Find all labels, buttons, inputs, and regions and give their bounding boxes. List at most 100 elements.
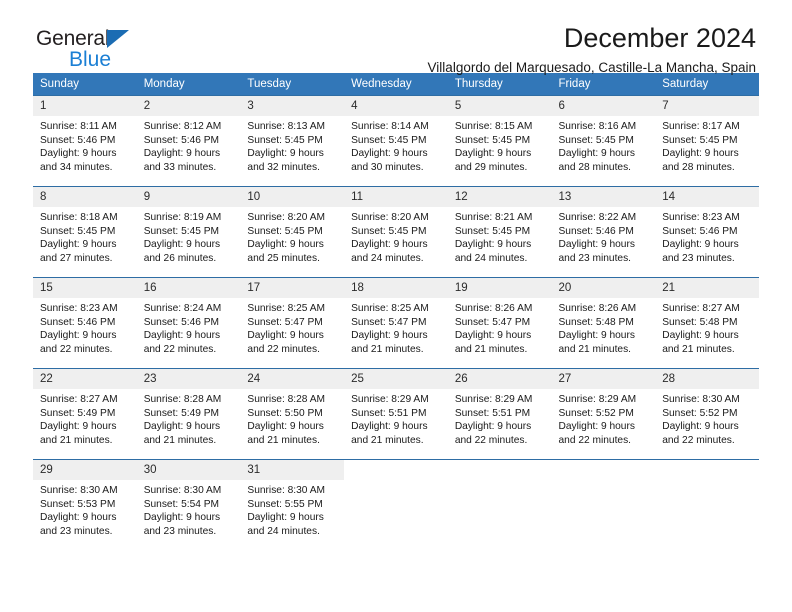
- day-info: Sunrise: 8:24 AM Sunset: 5:46 PM Daylight:…: [137, 298, 241, 356]
- daylight-text-line2: and 33 minutes.: [143, 161, 217, 173]
- calendar-day-cell[interactable]: 16 Sunrise: 8:24 AM Sunset: 5:46 PM Dayligh…: [136, 277, 241, 360]
- logo-blue-label: Blue: [69, 48, 112, 71]
- daylight-text-line1: Daylight: 9 hours: [143, 239, 221, 251]
- sunrise-text: Sunrise: 8:30 AM: [662, 394, 740, 405]
- sunrise-text: Sunrise: 8:29 AM: [558, 394, 637, 405]
- calendar-day-cell[interactable]: 22 Sunrise: 8:27 AM Sunset: 5:49 PM Dayligh…: [33, 368, 137, 451]
- day-info: Sunrise: 8:29 AM Sunset: 5:51 PM Daylight:…: [344, 389, 448, 447]
- calendar-day-cell[interactable]: 30 Sunrise: 8:30 AM Sunset: 5:54 PM Dayligh…: [136, 459, 241, 542]
- sunset-text: Sunset: 5:54 PM: [143, 498, 220, 510]
- day-cell-inner: 6 Sunrise: 8:16 AM Sunset: 5:45 PM Daylight…: [551, 96, 656, 178]
- calendar-day-cell[interactable]: 27 Sunrise: 8:29 AM Sunset: 5:52 PM Dayligh…: [551, 368, 656, 451]
- calendar-day-cell[interactable]: 1 Sunrise: 8:11 AM Sunset: 5:46 PM Daylight…: [33, 95, 137, 178]
- day-cell-inner: [447, 460, 552, 542]
- calendar-day-cell[interactable]: 12 Sunrise: 8:21 AM Sunset: 5:45 PM Dayligh…: [447, 186, 552, 269]
- daylight-text-line2: and 24 minutes.: [351, 252, 424, 264]
- day-info: Sunrise: 8:14 AM Sunset: 5:45 PM Daylight:…: [344, 116, 448, 174]
- sunset-text: Sunset: 5:45 PM: [247, 134, 323, 146]
- daylight-text-line1: Daylight: 9 hours: [247, 330, 324, 342]
- sunrise-text: Sunrise: 8:27 AM: [662, 303, 740, 314]
- calendar-day-cell[interactable]: 14 Sunrise: 8:23 AM Sunset: 5:46 PM Dayligh…: [655, 186, 759, 269]
- calendar-day-cell[interactable]: 24 Sunrise: 8:28 AM Sunset: 5:50 PM Dayligh…: [240, 368, 345, 451]
- calendar-day-cell[interactable]: 5 Sunrise: 8:15 AM Sunset: 5:45 PM Daylight…: [447, 95, 552, 178]
- daylight-text-line1: Daylight: 9 hours: [351, 148, 428, 160]
- day-number: 18: [344, 278, 448, 298]
- calendar-day-cell[interactable]: 2 Sunrise: 8:12 AM Sunset: 5:46 PM Daylight…: [136, 95, 241, 178]
- daylight-text-line1: Daylight: 9 hours: [40, 148, 117, 160]
- sunset-text: Sunset: 5:55 PM: [247, 498, 323, 510]
- day-number: 4: [344, 96, 448, 116]
- calendar-day-cell[interactable]: 25 Sunrise: 8:29 AM Sunset: 5:51 PM Dayligh…: [344, 368, 448, 451]
- day-cell-inner: 5 Sunrise: 8:15 AM Sunset: 5:45 PM Daylight…: [447, 96, 552, 178]
- sunset-text: Sunset: 5:45 PM: [558, 134, 634, 146]
- logo-triangle-icon: [107, 30, 129, 48]
- daylight-text-line2: and 28 minutes.: [662, 161, 735, 173]
- calendar-day-cell[interactable]: 20 Sunrise: 8:26 AM Sunset: 5:48 PM Dayligh…: [551, 277, 656, 360]
- calendar-day-cell[interactable]: 3 Sunrise: 8:13 AM Sunset: 5:45 PM Daylight…: [240, 95, 345, 178]
- sunrise-text: Sunrise: 8:18 AM: [40, 212, 118, 223]
- day-info: Sunrise: 8:12 AM Sunset: 5:46 PM Daylight:…: [137, 116, 241, 174]
- sunrise-text: Sunrise: 8:20 AM: [351, 212, 429, 223]
- calendar-day-cell[interactable]: 4 Sunrise: 8:14 AM Sunset: 5:45 PM Daylight…: [344, 95, 448, 178]
- daylight-text-line2: and 26 minutes.: [143, 252, 217, 264]
- day-info: [448, 480, 552, 484]
- calendar-day-cell[interactable]: 29 Sunrise: 8:30 AM Sunset: 5:53 PM Dayligh…: [33, 459, 137, 542]
- day-cell-inner: 29 Sunrise: 8:30 AM Sunset: 5:53 PM Dayligh…: [33, 460, 137, 542]
- day-info: Sunrise: 8:25 AM Sunset: 5:47 PM Daylight:…: [240, 298, 344, 356]
- sunrise-text: Sunrise: 8:13 AM: [247, 121, 325, 132]
- sunrise-text: Sunrise: 8:23 AM: [662, 212, 740, 223]
- weekday-header-sunday: Sunday: [33, 73, 137, 96]
- calendar-day-cell[interactable]: 18 Sunrise: 8:25 AM Sunset: 5:47 PM Dayligh…: [344, 277, 448, 360]
- day-info: Sunrise: 8:21 AM Sunset: 5:45 PM Daylight:…: [448, 207, 552, 265]
- calendar-day-cell[interactable]: 31 Sunrise: 8:30 AM Sunset: 5:55 PM Dayligh…: [240, 459, 345, 542]
- generalblue-logo[interactable]: General Blue: [36, 28, 151, 74]
- day-cell-inner: 23 Sunrise: 8:28 AM Sunset: 5:49 PM Dayligh…: [136, 369, 241, 451]
- calendar-day-cell[interactable]: 9 Sunrise: 8:19 AM Sunset: 5:45 PM Daylight…: [136, 186, 241, 269]
- day-info: Sunrise: 8:22 AM Sunset: 5:46 PM Daylight:…: [552, 207, 656, 265]
- sunrise-text: Sunrise: 8:11 AM: [40, 121, 117, 132]
- calendar-day-cell[interactable]: 15 Sunrise: 8:23 AM Sunset: 5:46 PM Dayligh…: [33, 277, 137, 360]
- day-info: Sunrise: 8:11 AM Sunset: 5:46 PM Daylight:…: [33, 116, 137, 174]
- day-number: 8: [33, 187, 137, 207]
- sunrise-text: Sunrise: 8:22 AM: [558, 212, 637, 223]
- sunset-text: Sunset: 5:46 PM: [40, 134, 116, 146]
- sunset-text: Sunset: 5:47 PM: [247, 316, 323, 328]
- day-info: Sunrise: 8:26 AM Sunset: 5:48 PM Daylight:…: [552, 298, 656, 356]
- calendar-day-cell[interactable]: 13 Sunrise: 8:22 AM Sunset: 5:46 PM Dayligh…: [551, 186, 656, 269]
- calendar-day-cell[interactable]: 17 Sunrise: 8:25 AM Sunset: 5:47 PM Dayligh…: [240, 277, 345, 360]
- sunset-text: Sunset: 5:45 PM: [351, 134, 427, 146]
- day-number: [344, 460, 448, 480]
- calendar-day-cell[interactable]: 7 Sunrise: 8:17 AM Sunset: 5:45 PM Daylight…: [655, 95, 759, 178]
- calendar-day-cell[interactable]: 21 Sunrise: 8:27 AM Sunset: 5:48 PM Dayligh…: [655, 277, 759, 360]
- day-cell-inner: 26 Sunrise: 8:29 AM Sunset: 5:51 PM Dayligh…: [447, 369, 552, 451]
- calendar-day-cell[interactable]: 28 Sunrise: 8:30 AM Sunset: 5:52 PM Dayligh…: [655, 368, 759, 451]
- daylight-text-line1: Daylight: 9 hours: [247, 148, 324, 160]
- daylight-text-line1: Daylight: 9 hours: [143, 330, 221, 342]
- sunset-text: Sunset: 5:46 PM: [143, 316, 220, 328]
- calendar-day-cell[interactable]: 6 Sunrise: 8:16 AM Sunset: 5:45 PM Daylight…: [551, 95, 656, 178]
- day-info: Sunrise: 8:26 AM Sunset: 5:47 PM Daylight:…: [448, 298, 552, 356]
- daylight-text-line1: Daylight: 9 hours: [662, 330, 739, 342]
- sunrise-text: Sunrise: 8:25 AM: [351, 303, 429, 314]
- calendar-day-cell[interactable]: 23 Sunrise: 8:28 AM Sunset: 5:49 PM Dayligh…: [136, 368, 241, 451]
- day-number: 5: [447, 96, 552, 116]
- day-number: 25: [344, 369, 448, 389]
- day-cell-inner: 2 Sunrise: 8:12 AM Sunset: 5:46 PM Daylight…: [136, 96, 241, 178]
- weekday-header-monday: Monday: [136, 73, 241, 96]
- calendar-week-row: 29 Sunrise: 8:30 AM Sunset: 5:53 PM Dayligh…: [33, 459, 759, 542]
- weekday-header-tuesday: Tuesday: [240, 73, 345, 96]
- calendar-day-cell[interactable]: 26 Sunrise: 8:29 AM Sunset: 5:51 PM Dayligh…: [447, 368, 552, 451]
- daylight-text-line1: Daylight: 9 hours: [40, 512, 117, 524]
- calendar-day-cell[interactable]: 11 Sunrise: 8:20 AM Sunset: 5:45 PM Dayligh…: [344, 186, 448, 269]
- daylight-text-line2: and 28 minutes.: [558, 161, 632, 173]
- sunset-text: Sunset: 5:48 PM: [558, 316, 634, 328]
- day-cell-inner: 10 Sunrise: 8:20 AM Sunset: 5:45 PM Dayligh…: [240, 187, 345, 269]
- day-number: 24: [240, 369, 345, 389]
- sunrise-text: Sunrise: 8:28 AM: [143, 394, 222, 405]
- day-number: 11: [344, 187, 448, 207]
- calendar-day-cell[interactable]: 8 Sunrise: 8:18 AM Sunset: 5:45 PM Daylight…: [33, 186, 137, 269]
- calendar-day-cell[interactable]: 10 Sunrise: 8:20 AM Sunset: 5:45 PM Dayligh…: [240, 186, 345, 269]
- calendar-day-cell[interactable]: 19 Sunrise: 8:26 AM Sunset: 5:47 PM Dayligh…: [447, 277, 552, 360]
- day-info: Sunrise: 8:16 AM Sunset: 5:45 PM Daylight:…: [552, 116, 656, 174]
- sunset-text: Sunset: 5:51 PM: [454, 407, 531, 419]
